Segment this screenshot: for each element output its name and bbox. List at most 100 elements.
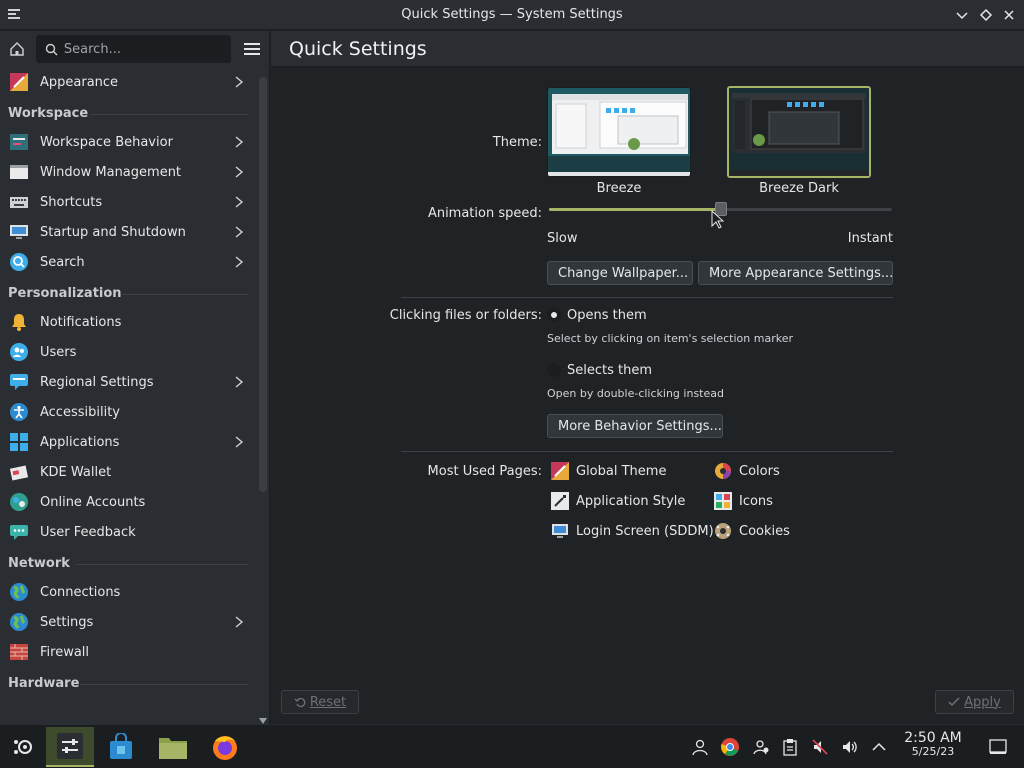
chevron-right-icon: [235, 166, 244, 178]
user-switch-icon[interactable]: [690, 737, 710, 757]
sidebar-item-label: Online Accounts: [40, 494, 146, 510]
sidebar-item-applications[interactable]: Applications: [0, 427, 256, 457]
taskbar-firefox[interactable]: [202, 727, 248, 767]
sidebar-scrollbar[interactable]: [257, 67, 269, 724]
most-used-colors[interactable]: Colors: [714, 462, 780, 480]
more-appearance-button[interactable]: More Appearance Settings...: [698, 261, 893, 285]
app-style-icon: [551, 492, 569, 510]
sidebar-item-label: Workspace Behavior: [40, 134, 173, 150]
theme-name-breeze-dark: Breeze Dark: [759, 181, 839, 196]
sidebar-item-shortcuts[interactable]: Shortcuts: [0, 187, 256, 217]
sidebar-item-appearance[interactable]: Appearance: [0, 67, 256, 97]
search-input[interactable]: Search...: [35, 35, 232, 63]
radio-opens-them[interactable]: [547, 308, 561, 322]
sidebar-item-workspace-behavior[interactable]: Workspace Behavior: [0, 127, 256, 157]
accounts-icon[interactable]: [751, 737, 771, 757]
slider-max-label: Instant: [847, 231, 893, 246]
opens-them-hint: Select by clicking on item's selection m…: [547, 332, 793, 345]
global-theme-icon: [551, 462, 569, 480]
applications-icon: [8, 431, 30, 453]
firewall-icon: [8, 641, 30, 663]
globe-icon: [8, 581, 30, 603]
most-used-global-theme[interactable]: Global Theme: [551, 462, 666, 480]
chevron-right-icon: [235, 196, 244, 208]
sidebar-item-label: Applications: [40, 434, 120, 450]
radio-selects-them[interactable]: [547, 363, 561, 377]
chevron-right-icon: [235, 376, 244, 388]
clock-time: 2:50 AM: [904, 730, 962, 746]
home-button[interactable]: [6, 38, 28, 60]
theme-card-breeze[interactable]: [547, 87, 691, 177]
login-screen-icon: [552, 524, 568, 538]
wallet-icon: [8, 461, 30, 483]
mouse-cursor-icon: [711, 210, 725, 229]
radio-selects-them-label[interactable]: Selects them: [567, 363, 652, 378]
sidebar-item-firewall[interactable]: Firewall: [0, 637, 256, 667]
sidebar-item-network-settings[interactable]: Settings: [0, 607, 256, 637]
online-accounts-icon: [8, 491, 30, 513]
sidebar-item-online-accounts[interactable]: Online Accounts: [0, 487, 256, 517]
chevron-right-icon: [235, 76, 244, 88]
search-icon: [8, 251, 30, 273]
sidebar-item-window-management[interactable]: Window Management: [0, 157, 256, 187]
undo-icon: [294, 697, 306, 708]
sidebar: Search... Appearance Workspace Workspace…: [0, 31, 270, 724]
muted-microphone-icon[interactable]: [810, 737, 830, 757]
clipboard-icon[interactable]: [780, 737, 800, 757]
change-wallpaper-button[interactable]: Change Wallpaper...: [547, 261, 693, 285]
chrome-icon[interactable]: [720, 737, 740, 757]
sidebar-item-label: Appearance: [40, 74, 119, 90]
window-title: Quick Settings — System Settings: [401, 7, 623, 22]
clock-date: 5/25/23: [911, 745, 955, 758]
minimize-icon[interactable]: [954, 7, 970, 23]
theme-card-breeze-dark[interactable]: [727, 86, 871, 178]
most-used-label: Most Used Pages:: [427, 464, 542, 479]
discover-store-icon: [110, 733, 132, 759]
volume-icon[interactable]: [840, 737, 860, 757]
sidebar-item-search[interactable]: Search: [0, 247, 256, 277]
tray-expand-icon[interactable]: [869, 737, 889, 757]
scrollbar-thumb[interactable]: [259, 77, 267, 492]
sidebar-item-label: Regional Settings: [40, 374, 154, 390]
folder-icon: [159, 738, 187, 759]
sidebar-item-user-feedback[interactable]: User Feedback: [0, 517, 256, 547]
sidebar-list: Appearance Workspace Workspace Behavior …: [0, 67, 256, 697]
sidebar-item-accessibility[interactable]: Accessibility: [0, 397, 256, 427]
app-launcher-icon[interactable]: [0, 727, 46, 767]
cookies-icon: [715, 523, 731, 539]
search-placeholder: Search...: [63, 41, 121, 57]
sidebar-item-kde-wallet[interactable]: KDE Wallet: [0, 457, 256, 487]
sidebar-item-connections[interactable]: Connections: [0, 577, 256, 607]
sidebar-item-label: KDE Wallet: [40, 464, 112, 480]
most-used-icons[interactable]: Icons: [714, 492, 773, 510]
taskbar-system-settings[interactable]: [46, 727, 94, 767]
taskbar-file-manager[interactable]: [150, 727, 196, 767]
checkmark-icon: [948, 697, 960, 707]
apply-button[interactable]: Apply: [935, 690, 1014, 714]
sidebar-item-notifications[interactable]: Notifications: [0, 307, 256, 337]
clock[interactable]: 2:50 AM 5/25/23: [898, 731, 968, 759]
most-used-app-style[interactable]: Application Style: [551, 492, 685, 510]
window-management-icon: [8, 161, 30, 183]
appearance-icon: [8, 71, 30, 93]
regional-icon: [8, 371, 30, 393]
maximize-icon[interactable]: [978, 7, 994, 23]
slider-min-label: Slow: [547, 231, 578, 246]
chevron-right-icon: [235, 136, 244, 148]
accessibility-icon: [8, 401, 30, 423]
close-icon[interactable]: [1001, 7, 1017, 23]
taskbar-discover[interactable]: [98, 727, 144, 767]
sidebar-item-startup-shutdown[interactable]: Startup and Shutdown: [0, 217, 256, 247]
sidebar-item-regional-settings[interactable]: Regional Settings: [0, 367, 256, 397]
show-desktop-icon[interactable]: [988, 737, 1008, 757]
most-used-cookies[interactable]: Cookies: [714, 522, 790, 540]
most-used-login-screen[interactable]: Login Screen (SDDM): [551, 522, 714, 540]
reset-button[interactable]: Reset: [281, 690, 359, 714]
hamburger-menu-icon[interactable]: [241, 38, 263, 60]
taskbar: 2:50 AM 5/25/23: [0, 724, 1024, 768]
more-behavior-button[interactable]: More Behavior Settings...: [547, 414, 723, 438]
sidebar-item-users[interactable]: Users: [0, 337, 256, 367]
window-menu-icon[interactable]: [6, 6, 22, 22]
window-titlebar: Quick Settings — System Settings: [0, 0, 1024, 30]
radio-opens-them-label[interactable]: Opens them: [567, 308, 647, 323]
